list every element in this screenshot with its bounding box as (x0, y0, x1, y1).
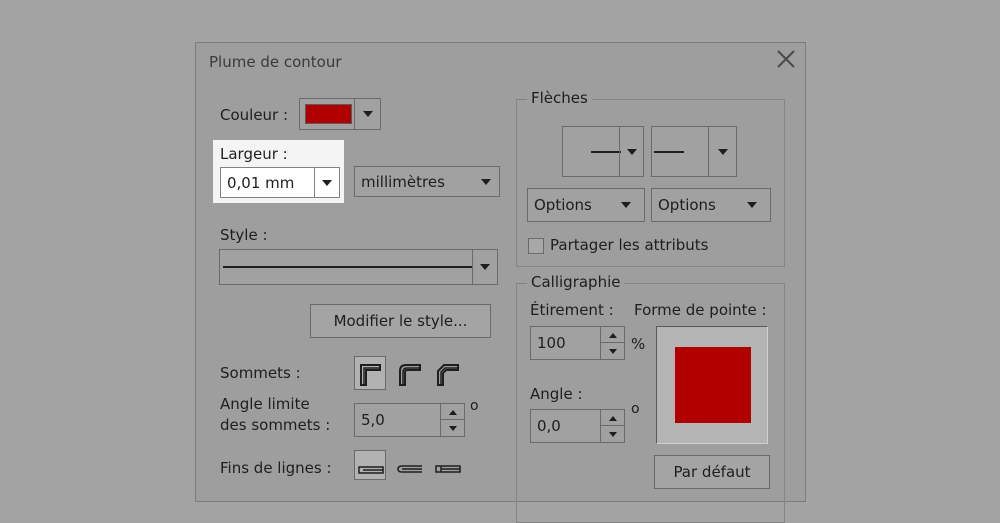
color-picker[interactable] (299, 98, 381, 130)
nib-shape-square (675, 347, 751, 423)
chevron-down-icon (481, 178, 491, 188)
cap-square-icon[interactable] (432, 451, 462, 481)
chevron-down-icon (480, 264, 490, 270)
calligraphy-group: Calligraphie Étirement : 100 % Angle : 0… (516, 273, 785, 523)
angle-unit: o (631, 401, 640, 417)
spin-down-button[interactable] (601, 426, 624, 442)
cap-butt-icon[interactable] (354, 450, 386, 480)
chevron-down-icon (747, 202, 757, 211)
angle-input[interactable]: 0,0 (530, 409, 625, 443)
stretch-label: Étirement : (530, 301, 614, 319)
angle-value: 0,0 (537, 417, 561, 435)
edit-style-button[interactable]: Modifier le style... (310, 304, 491, 338)
chevron-down-icon (362, 111, 373, 117)
style-dropdown-button[interactable] (472, 250, 497, 284)
color-label: Couleur : (220, 106, 289, 124)
nib-shape-label: Forme de pointe : (634, 301, 767, 319)
arrow-start-dropdown-button[interactable] (619, 127, 643, 176)
arrow-end-select[interactable] (651, 126, 737, 177)
arrow-end-preview (654, 151, 684, 153)
chevron-down-icon (322, 179, 332, 186)
line-style-preview (223, 266, 472, 268)
stretch-unit: % (631, 335, 646, 353)
options-left-label: Options (534, 196, 592, 214)
angle-label: Angle : (530, 385, 583, 403)
color-swatch (305, 104, 352, 124)
corner-bevel-icon[interactable] (432, 358, 462, 388)
style-label: Style : (220, 226, 268, 244)
stretch-spinner[interactable] (600, 327, 624, 359)
outline-pen-dialog: Plume de contour Couleur : Largeur : 0,0… (195, 42, 806, 523)
chevron-down-icon (621, 202, 631, 211)
stretch-input[interactable]: 100 (530, 326, 625, 360)
share-attributes-checkbox[interactable] (528, 238, 544, 254)
arrows-title: Flèches (527, 89, 592, 107)
stretch-value: 100 (537, 334, 566, 352)
arrow-start-options-select[interactable]: Options (527, 188, 645, 222)
corners-label: Sommets : (220, 364, 301, 382)
arrow-end-dropdown-button[interactable] (708, 127, 736, 176)
dialog-title: Plume de contour (209, 53, 342, 71)
miter-limit-input[interactable]: 5,0 (354, 403, 465, 437)
width-value: 0,01 mm (227, 173, 295, 192)
unit-select[interactable]: millimètres (354, 166, 500, 197)
angle-spinner[interactable] (600, 410, 624, 442)
width-label: Largeur : (220, 145, 288, 163)
miter-label-line1: Angle limite (220, 395, 310, 413)
miter-value: 5,0 (361, 411, 385, 429)
miter-label-line2: des sommets : (220, 416, 331, 434)
spin-down-button[interactable] (601, 343, 624, 359)
spin-up-button[interactable] (601, 327, 624, 343)
corner-round-icon[interactable] (394, 358, 424, 388)
close-icon[interactable] (774, 47, 798, 71)
miter-unit: o (470, 398, 479, 414)
arrow-end-options-select[interactable]: Options (651, 188, 771, 222)
chevron-down-icon (626, 148, 637, 155)
unit-value: millimètres (361, 172, 445, 191)
width-dropdown-button[interactable] (314, 168, 339, 197)
color-dropdown-button[interactable] (354, 99, 380, 129)
default-button[interactable]: Par défaut (654, 455, 770, 489)
miter-spinner[interactable] (440, 404, 464, 436)
width-highlight: Largeur : 0,01 mm (213, 140, 344, 203)
share-attributes-label: Partager les attributs (550, 236, 709, 254)
spin-up-button[interactable] (441, 404, 464, 420)
chevron-down-icon (717, 148, 728, 155)
arrow-start-select[interactable] (562, 126, 644, 177)
arrows-group: Flèches Options Options Partager les att… (516, 89, 785, 267)
nib-shape-preview[interactable] (656, 326, 768, 444)
cap-round-icon[interactable] (394, 451, 424, 481)
options-right-label: Options (658, 196, 716, 214)
line-style-select[interactable] (219, 249, 498, 285)
corner-miter-icon[interactable] (354, 356, 386, 390)
line-caps-label: Fins de lignes : (220, 459, 332, 477)
spin-down-button[interactable] (441, 420, 464, 436)
spin-up-button[interactable] (601, 410, 624, 426)
arrow-start-preview (591, 151, 621, 153)
width-input[interactable]: 0,01 mm (220, 167, 340, 198)
calligraphy-title: Calligraphie (527, 273, 625, 291)
